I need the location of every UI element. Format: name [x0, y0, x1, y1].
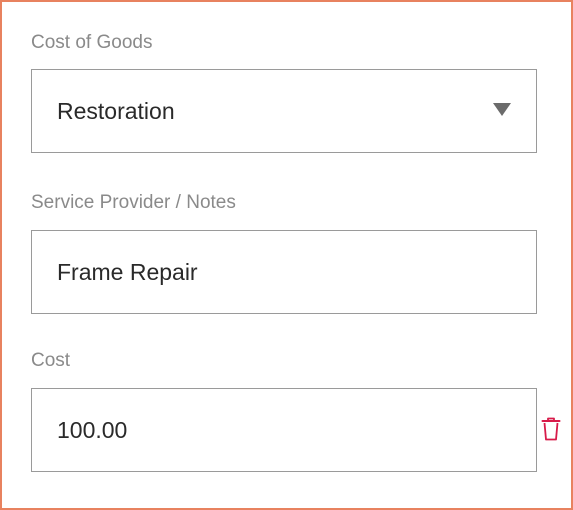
trash-icon: [541, 417, 561, 441]
delete-cost-button[interactable]: [539, 415, 563, 443]
cost-of-goods-selected-value: Restoration: [57, 97, 175, 124]
cost-input[interactable]: 100.00: [31, 388, 537, 472]
chevron-down-icon: [493, 103, 511, 116]
cost-value: 100.00: [57, 416, 128, 443]
service-provider-label: Service Provider / Notes: [31, 192, 236, 213]
cost-of-goods-select[interactable]: Restoration: [31, 69, 537, 153]
cost-label: Cost: [31, 350, 71, 371]
service-provider-input[interactable]: Frame Repair: [31, 230, 537, 314]
service-provider-value: Frame Repair: [57, 258, 198, 285]
cost-of-goods-form: Cost of Goods Restoration Service Provid…: [0, 0, 573, 510]
cost-of-goods-label: Cost of Goods: [31, 32, 153, 53]
